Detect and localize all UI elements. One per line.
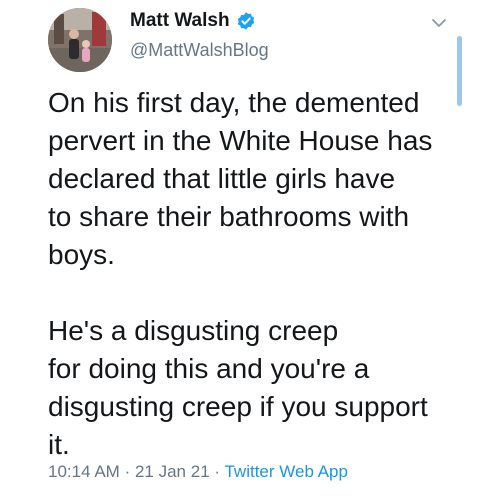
tweet-text: On his first day, the demented pervert i… (48, 84, 468, 464)
tweet-time[interactable]: 10:14 AM (48, 462, 120, 481)
tweet-paragraph-2: He's a disgusting creep for doing this a… (48, 315, 428, 460)
tweet-card: Matt Walsh @MattWalshBlog On his first d… (0, 0, 500, 500)
author-name-row[interactable]: Matt Walsh (130, 10, 256, 32)
meta-separator: · (214, 462, 221, 481)
chevron-down-icon[interactable] (430, 14, 448, 32)
avatar-photo (48, 8, 112, 72)
verified-badge-icon (237, 12, 254, 30)
tweet-metadata: 10:14 AM · 21 Jan 21 · Twitter Web App (48, 462, 348, 482)
meta-separator: · (124, 462, 131, 481)
author-handle[interactable]: @MattWalshBlog (130, 40, 269, 61)
avatar[interactable] (48, 8, 112, 72)
author-display-name[interactable]: Matt Walsh (130, 10, 230, 32)
tweet-date[interactable]: 21 Jan 21 (135, 462, 210, 481)
tweet-source-link[interactable]: Twitter Web App (224, 462, 347, 481)
tweet-paragraph-1: On his first day, the demented pervert i… (48, 87, 433, 270)
